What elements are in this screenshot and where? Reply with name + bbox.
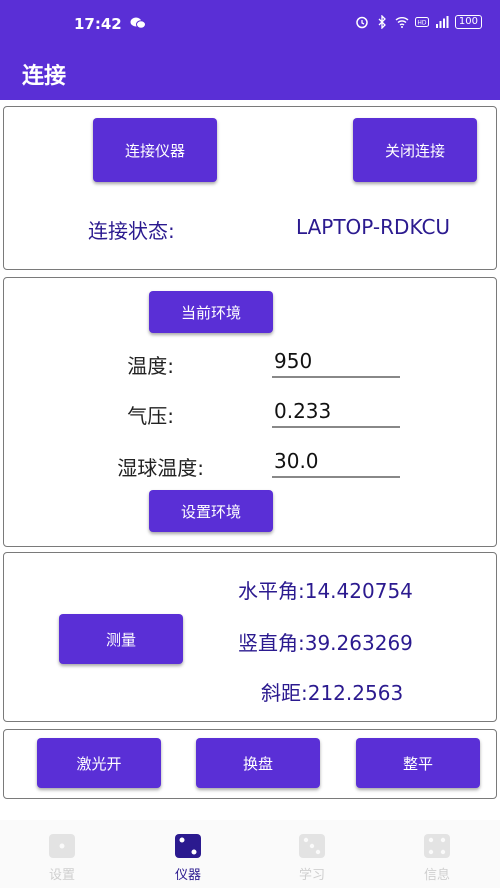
bottom-navigation: 设置 仪器 学习 信息	[0, 820, 500, 888]
nav-label-instrument: 仪器	[174, 868, 201, 883]
page-title: 连接	[22, 64, 67, 89]
controls-card: 激光开 换盘 整平	[3, 729, 497, 799]
measurement-card: 测量 水平角:14.420754 竖直角:39.263269 斜距:212.25…	[3, 552, 497, 722]
dice-one-icon	[49, 834, 75, 858]
disconnect-button[interactable]: 关闭连接	[353, 118, 477, 182]
nav-label-info: 信息	[423, 868, 450, 883]
bluetooth-icon	[378, 15, 386, 29]
nav-item-settings[interactable]: 设置	[32, 834, 92, 883]
svg-text:HD: HD	[417, 20, 427, 27]
measure-button[interactable]: 测量	[59, 614, 183, 664]
hd-icon: HD	[414, 17, 429, 27]
wifi-icon	[395, 17, 409, 28]
app-bar: 连接	[0, 48, 500, 100]
connection-status-value: LAPTOP-RDKCU	[296, 215, 451, 239]
status-time: 17:42	[74, 15, 122, 33]
wechat-icon	[130, 17, 146, 29]
dice-four-icon	[424, 834, 450, 858]
connection-status-label: 连接状态:	[88, 219, 175, 243]
pressure-input[interactable]	[272, 396, 400, 428]
wet-bulb-temperature-input[interactable]	[272, 446, 400, 478]
temperature-label: 温度:	[127, 354, 174, 378]
battery-icon: 100	[454, 15, 482, 29]
status-icons: HD 100	[355, 15, 482, 29]
horizontal-angle-readout: 水平角:14.420754	[238, 579, 413, 603]
current-environment-button[interactable]: 当前环境	[149, 291, 273, 333]
pressure-label: 气压:	[127, 404, 174, 428]
alarm-icon	[356, 16, 368, 29]
dice-two-icon	[175, 834, 201, 858]
status-bar: 17:42 HD 100	[0, 0, 500, 48]
vertical-angle-readout: 竖直角:39.263269	[238, 631, 413, 655]
slope-distance-readout: 斜距:212.2563	[261, 681, 404, 705]
nav-item-instrument[interactable]: 仪器	[158, 834, 218, 883]
dice-three-icon	[299, 834, 325, 858]
connect-instrument-button[interactable]: 连接仪器	[93, 118, 217, 182]
nav-item-info[interactable]: 信息	[407, 834, 467, 883]
nav-label-settings: 设置	[48, 868, 75, 883]
set-environment-button[interactable]: 设置环境	[149, 490, 273, 532]
nav-item-learning[interactable]: 学习	[282, 834, 342, 883]
nav-label-learning: 学习	[298, 868, 325, 883]
laser-on-button[interactable]: 激光开	[37, 738, 161, 788]
temperature-input[interactable]	[272, 346, 400, 378]
signal-icon	[435, 16, 449, 28]
wet-bulb-temperature-label: 湿球温度:	[117, 456, 204, 480]
level-button[interactable]: 整平	[356, 738, 480, 788]
face-change-button[interactable]: 换盘	[196, 738, 320, 788]
connection-card: 连接仪器 关闭连接 连接状态: LAPTOP-RDKCU	[3, 106, 497, 270]
environment-card: 当前环境 温度: 气压: 湿球温度: 设置环境	[3, 277, 497, 547]
